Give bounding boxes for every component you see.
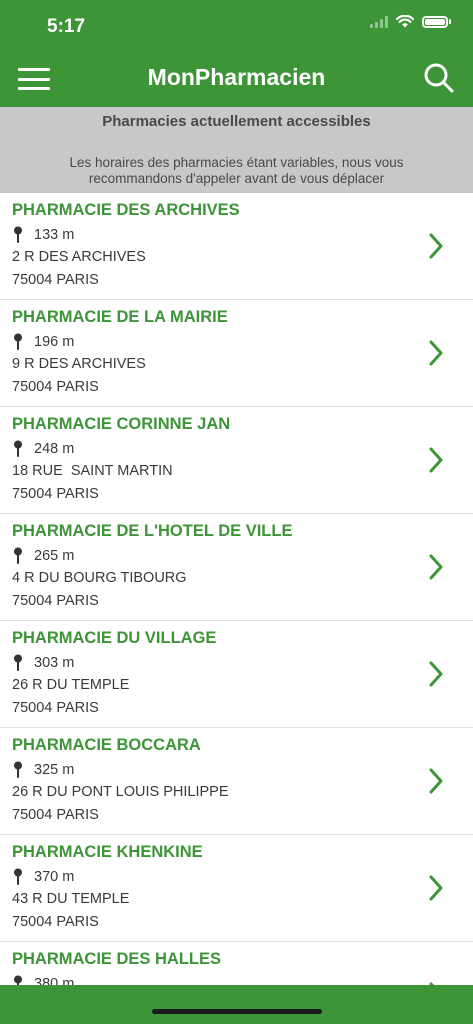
status-time: 5:17 [47,16,86,37]
pharmacy-distance: 196 m [12,333,74,350]
pharmacy-name: PHARMACIE DES HALLES [12,950,222,968]
pharmacy-street: 26 R DU PONT LOUIS PHILIPPE [12,784,229,800]
pharmacy-street: 18 RUE SAINT MARTIN [12,463,173,479]
pharmacy-city: 75004 PARIS [12,593,99,609]
pharmacy-distance: 380 m [12,975,74,985]
pharmacy-city: 75004 PARIS [12,914,99,930]
pharmacy-row[interactable]: PHARMACIE DES ARCHIVES 133 m 2 R DES ARC… [0,193,473,300]
pin-icon [14,975,22,985]
chevron-right-icon [429,768,443,794]
pharmacy-row[interactable]: PHARMACIE DE LA MAIRIE 196 m 9 R DES ARC… [0,300,473,407]
pin-icon [14,868,22,885]
pharmacy-street: 26 R DU TEMPLE [12,677,130,693]
pharmacy-distance: 265 m [12,547,74,564]
chevron-right-icon [429,875,443,901]
app-title: MonPharmacien [147,64,326,90]
pharmacy-distance: 248 m [12,440,74,457]
home-indicator[interactable] [152,1009,322,1014]
pin-icon [14,547,22,564]
pharmacy-name: PHARMACIE DES ARCHIVES [12,201,240,219]
search-icon [424,63,454,93]
pharmacy-name: PHARMACIE BOCCARA [12,736,201,754]
wifi-icon [396,15,414,28]
battery-icon [422,15,448,28]
pharmacy-name: PHARMACIE DE L'HOTEL DE VILLE [12,522,293,540]
pin-icon [14,654,22,671]
signal-icon [370,15,388,28]
banner-title: Pharmacies actuellement accessibles [102,113,371,130]
pharmacy-list: PHARMACIE DES ARCHIVES 133 m 2 R DES ARC… [0,193,473,985]
pharmacy-distance: 370 m [12,868,74,885]
pin-icon [14,333,22,350]
chevron-right-icon [429,340,443,366]
pin-icon [14,440,22,457]
pharmacy-street: 43 R DU TEMPLE [12,891,130,907]
pharmacy-name: PHARMACIE KHENKINE [12,843,203,861]
pharmacy-city: 75004 PARIS [12,272,99,288]
chevron-right-icon [429,233,443,259]
status-icons [370,15,451,28]
pharmacy-street: 9 R DES ARCHIVES [12,356,146,372]
chevron-right-icon [429,661,443,687]
app-header: 5:17 MonPharmacien [0,0,473,107]
pharmacy-street: 4 R DU BOURG TIBOURG [12,570,187,586]
pharmacy-city: 75004 PARIS [12,700,99,716]
pharmacy-row[interactable]: PHARMACIE BOCCARA 325 m 26 R DU PONT LOU… [0,728,473,835]
pharmacy-distance: 325 m [12,761,74,778]
pharmacy-street: 2 R DES ARCHIVES [12,249,146,265]
pharmacy-distance: 133 m [12,226,74,243]
pharmacy-row[interactable]: PHARMACIE CORINNE JAN 248 m 18 RUE SAINT… [0,407,473,514]
chevron-right-icon [429,554,443,580]
search-button[interactable] [423,62,455,94]
pharmacy-name: PHARMACIE DU VILLAGE [12,629,217,647]
pharmacy-city: 75004 PARIS [12,807,99,823]
pharmacy-city: 75004 PARIS [12,486,99,502]
banner-note: Les horaires des pharmacies étant variab… [69,155,404,186]
pharmacy-row[interactable]: PHARMACIE DE L'HOTEL DE VILLE 265 m 4 R … [0,514,473,621]
pin-icon [14,226,22,243]
pharmacy-name: PHARMACIE DE LA MAIRIE [12,308,228,326]
pharmacy-row[interactable]: PHARMACIE DES HALLES 380 m [0,942,473,985]
chevron-right-icon [429,447,443,473]
pharmacy-name: PHARMACIE CORINNE JAN [12,415,231,433]
pin-icon [14,761,22,778]
info-banner: Pharmacies actuellement accessibles Les … [0,107,473,193]
pharmacy-row[interactable]: PHARMACIE DU VILLAGE 303 m 26 R DU TEMPL… [0,621,473,728]
pharmacy-row[interactable]: PHARMACIE KHENKINE 370 m 43 R DU TEMPLE … [0,835,473,942]
pharmacy-distance: 303 m [12,654,74,671]
pharmacy-city: 75004 PARIS [12,379,99,395]
bottom-bar [0,985,473,1024]
